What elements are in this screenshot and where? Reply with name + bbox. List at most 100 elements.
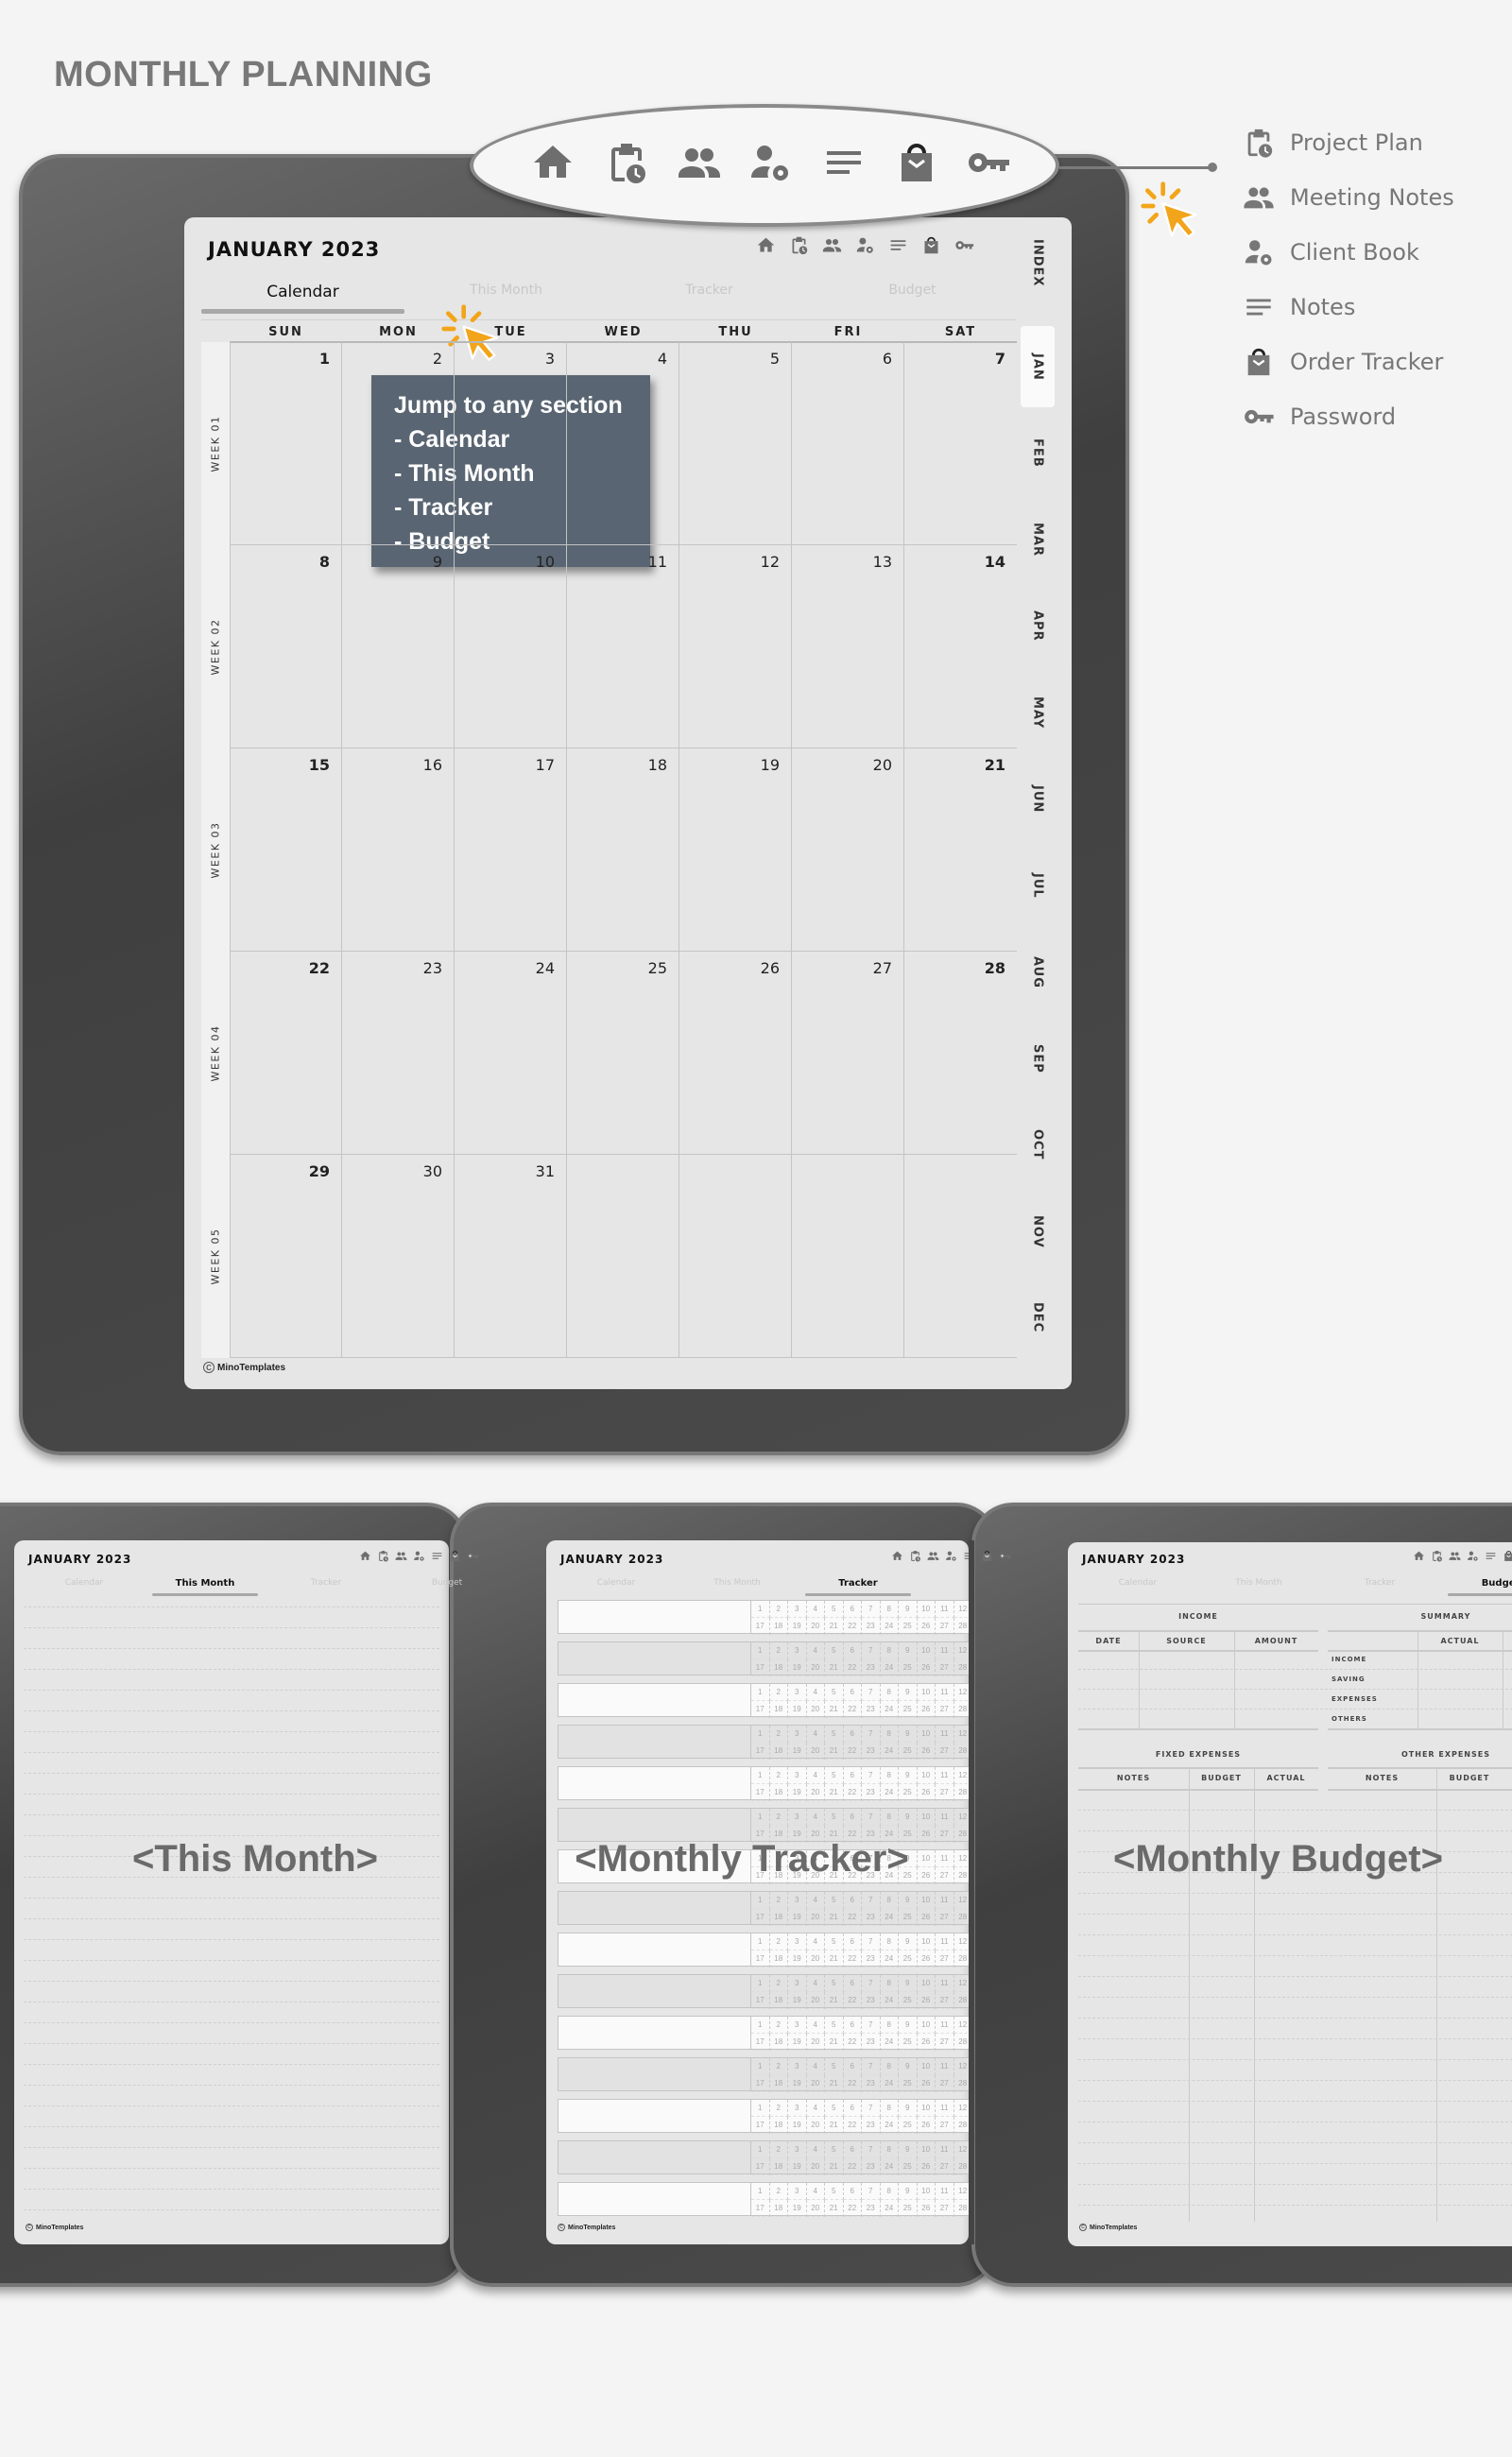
day-box[interactable]: 5 bbox=[825, 1892, 844, 1909]
side-tab-may[interactable]: MAY bbox=[1021, 672, 1055, 753]
order-tracker-icon[interactable] bbox=[1503, 1550, 1512, 1562]
day-box[interactable]: 19 bbox=[788, 1784, 807, 1801]
client-book-icon[interactable] bbox=[747, 140, 793, 185]
day-box[interactable]: 7 bbox=[862, 1975, 881, 1992]
day-box[interactable]: 17 bbox=[751, 1909, 770, 1926]
day-box[interactable]: 17 bbox=[751, 2075, 770, 2092]
day-box[interactable]: 26 bbox=[917, 2200, 936, 2217]
day-box[interactable]: 5 bbox=[825, 2183, 844, 2200]
day-box[interactable]: 8 bbox=[880, 1975, 899, 1992]
day-box[interactable]: 7 bbox=[862, 2017, 881, 2034]
day-box[interactable]: 22 bbox=[843, 1743, 862, 1760]
day-box[interactable]: 21 bbox=[825, 2158, 844, 2175]
day-box[interactable]: 25 bbox=[899, 2075, 918, 2092]
habit-field[interactable] bbox=[558, 2183, 751, 2215]
day-box[interactable]: 7 bbox=[862, 1642, 881, 1659]
day-box[interactable]: 22 bbox=[843, 2034, 862, 2051]
habit-field[interactable] bbox=[558, 1809, 751, 1841]
day-box[interactable]: 26 bbox=[917, 1743, 936, 1760]
day-box[interactable]: 24 bbox=[880, 2075, 899, 2092]
habit-field[interactable] bbox=[558, 1642, 751, 1675]
day-box[interactable]: 17 bbox=[751, 2117, 770, 2134]
day-box[interactable]: 20 bbox=[806, 1743, 825, 1760]
day-box[interactable]: 3 bbox=[788, 1975, 807, 1992]
day-cell[interactable]: 28 bbox=[904, 952, 1017, 1155]
habit-field[interactable] bbox=[558, 2058, 751, 2090]
day-box[interactable]: 21 bbox=[825, 2075, 844, 2092]
day-box[interactable]: 26 bbox=[917, 1618, 936, 1635]
password-icon[interactable] bbox=[999, 1550, 1011, 1562]
day-box[interactable]: 17 bbox=[751, 2158, 770, 2175]
side-tab-feb[interactable]: FEB bbox=[1021, 413, 1055, 494]
tracker-row[interactable]: 1 2 3 4 5 6 7 8 9 10 11 12 17 18 19 20 21 22 23 24 25 26 27 28 bbox=[558, 1683, 973, 1718]
day-box[interactable]: 9 bbox=[899, 1892, 918, 1909]
day-box[interactable]: 2 bbox=[769, 2058, 788, 2075]
day-box[interactable]: 17 bbox=[751, 2200, 770, 2217]
habit-field[interactable] bbox=[558, 2100, 751, 2132]
day-box[interactable]: 26 bbox=[917, 1909, 936, 1926]
day-cell[interactable]: 30 bbox=[342, 1155, 455, 1358]
day-box[interactable]: 8 bbox=[880, 2017, 899, 2034]
side-tab-dec[interactable]: DEC bbox=[1021, 1278, 1055, 1359]
tab-calendar[interactable]: Calendar bbox=[556, 1578, 677, 1588]
day-box[interactable]: 7 bbox=[862, 1809, 881, 1826]
day-box[interactable]: 23 bbox=[862, 1701, 881, 1718]
tab-this-month[interactable]: This Month bbox=[1198, 1578, 1319, 1588]
day-box[interactable]: 5 bbox=[825, 1726, 844, 1743]
day-box[interactable]: 11 bbox=[936, 1601, 954, 1618]
day-cell[interactable]: 27 bbox=[792, 952, 904, 1155]
day-box[interactable]: 19 bbox=[788, 2075, 807, 2092]
side-tab-jul[interactable]: JUL bbox=[1021, 845, 1055, 926]
day-box[interactable]: 4 bbox=[806, 2183, 825, 2200]
day-box[interactable]: 19 bbox=[788, 1701, 807, 1718]
day-box[interactable]: 22 bbox=[843, 1909, 862, 1926]
day-box[interactable]: 25 bbox=[899, 2034, 918, 2051]
day-box[interactable]: 11 bbox=[936, 1892, 954, 1909]
day-box[interactable]: 27 bbox=[936, 1784, 954, 1801]
day-box[interactable]: 24 bbox=[880, 1909, 899, 1926]
habit-field[interactable] bbox=[558, 1684, 751, 1716]
day-box[interactable]: 11 bbox=[936, 2183, 954, 2200]
tab-this-month[interactable]: This Month bbox=[145, 1578, 266, 1589]
habit-field[interactable] bbox=[558, 1933, 751, 1966]
day-box[interactable]: 9 bbox=[899, 2183, 918, 2200]
day-box[interactable]: 19 bbox=[788, 2200, 807, 2217]
day-box[interactable]: 10 bbox=[917, 1892, 936, 1909]
day-box[interactable]: 18 bbox=[769, 1743, 788, 1760]
day-box[interactable]: 17 bbox=[751, 1992, 770, 2009]
day-box[interactable]: 6 bbox=[843, 1684, 862, 1701]
day-box[interactable]: 23 bbox=[862, 2158, 881, 2175]
day-box[interactable]: 7 bbox=[862, 2058, 881, 2075]
project-plan-icon[interactable] bbox=[604, 140, 649, 185]
side-tab-aug[interactable]: AUG bbox=[1021, 932, 1055, 1013]
side-tab-sep[interactable]: SEP bbox=[1021, 1018, 1055, 1099]
meeting-notes-icon[interactable] bbox=[927, 1550, 939, 1562]
day-box[interactable]: 25 bbox=[899, 1950, 918, 1967]
tracker-row[interactable]: 1 2 3 4 5 6 7 8 9 10 11 12 17 18 19 20 21 22 23 24 25 26 27 28 bbox=[558, 1933, 973, 1967]
tab-this-month[interactable]: This Month bbox=[404, 283, 608, 298]
day-box[interactable]: 2 bbox=[769, 2141, 788, 2158]
day-box[interactable]: 11 bbox=[936, 1684, 954, 1701]
day-box[interactable]: 7 bbox=[862, 2183, 881, 2200]
day-box[interactable]: 3 bbox=[788, 1684, 807, 1701]
day-box[interactable]: 22 bbox=[843, 2117, 862, 2134]
day-box[interactable]: 7 bbox=[862, 1933, 881, 1950]
day-box[interactable]: 5 bbox=[825, 2058, 844, 2075]
day-box[interactable]: 21 bbox=[825, 1992, 844, 2009]
day-box[interactable]: 27 bbox=[936, 2200, 954, 2217]
day-box[interactable]: 27 bbox=[936, 1618, 954, 1635]
day-box[interactable]: 7 bbox=[862, 2141, 881, 2158]
day-box[interactable]: 19 bbox=[788, 1618, 807, 1635]
habit-field[interactable] bbox=[558, 1892, 751, 1924]
day-box[interactable]: 24 bbox=[880, 1618, 899, 1635]
client-book-icon[interactable] bbox=[1467, 1550, 1479, 1562]
day-box[interactable]: 22 bbox=[843, 1618, 862, 1635]
day-box[interactable]: 23 bbox=[862, 1909, 881, 1926]
meeting-notes-icon[interactable] bbox=[395, 1550, 407, 1562]
day-box[interactable]: 11 bbox=[936, 1809, 954, 1826]
day-box[interactable]: 7 bbox=[862, 1767, 881, 1784]
tracker-row[interactable]: 1 2 3 4 5 6 7 8 9 10 11 12 17 18 19 20 21 22 23 24 25 26 27 28 bbox=[558, 2099, 973, 2134]
tab-budget[interactable]: Budget bbox=[387, 1578, 507, 1588]
day-cell[interactable]: 3 bbox=[455, 342, 567, 545]
tracker-row[interactable]: 1 2 3 4 5 6 7 8 9 10 11 12 17 18 19 20 21 22 23 24 25 26 27 28 bbox=[558, 1600, 973, 1635]
